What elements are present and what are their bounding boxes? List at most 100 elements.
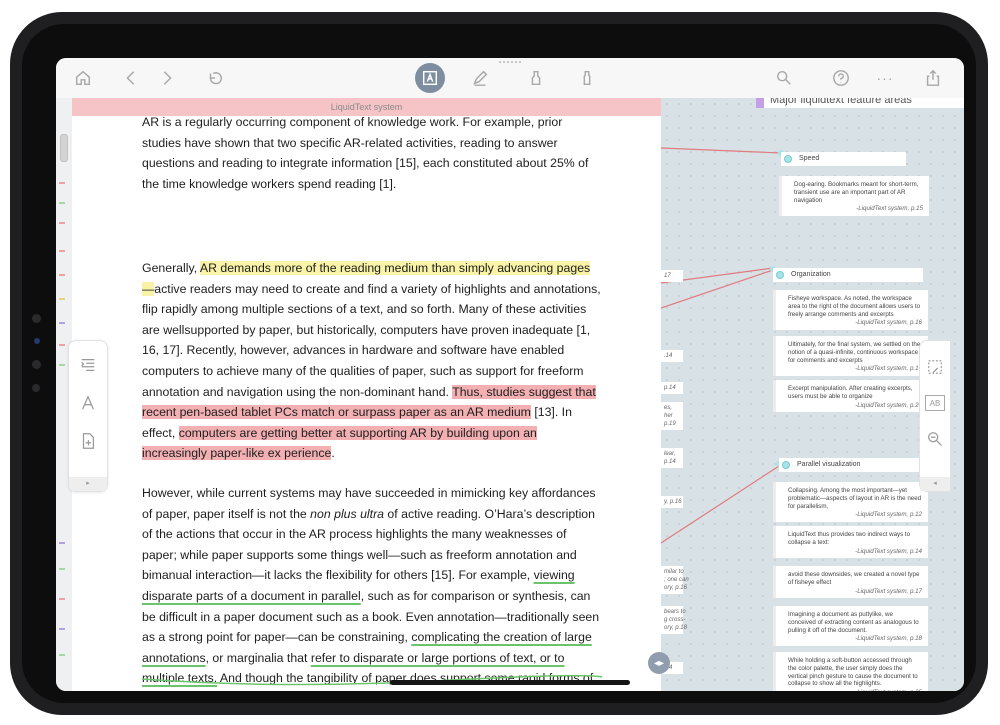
- back-icon[interactable]: [118, 66, 144, 90]
- excerpt-card-partial[interactable]: p.14: [661, 382, 683, 394]
- text-run: AR is a regularly occurring component of…: [142, 115, 589, 191]
- workspace-title[interactable]: Major liquidtext feature areas: [756, 98, 964, 108]
- add-text-icon[interactable]: AB: [925, 395, 945, 411]
- gutter-mark[interactable]: [59, 250, 65, 252]
- group-header[interactable]: Speed: [781, 152, 906, 166]
- highlighter-icon[interactable]: [523, 66, 549, 90]
- document-pane[interactable]: LiquidText system AR is a regularly occu…: [72, 98, 661, 691]
- group-header-label: Parallel visualization: [797, 461, 861, 468]
- excerpt-text: avoid these downsides, we created a nove…: [788, 571, 920, 586]
- group-handle-icon[interactable]: [784, 155, 792, 163]
- text-style-icon[interactable]: [78, 393, 98, 413]
- excerpt-card-partial[interactable]: lear, p.14: [661, 448, 683, 468]
- excerpt-card[interactable]: Ultimately, for the final system, we set…: [773, 336, 928, 377]
- gutter-mark[interactable]: [59, 298, 65, 300]
- home-indicator[interactable]: [390, 680, 630, 685]
- right-tool-palette: AB ◂: [919, 340, 951, 492]
- gutter-mark[interactable]: [59, 274, 65, 276]
- share-icon[interactable]: [920, 66, 946, 90]
- undo-icon[interactable]: [202, 66, 228, 90]
- excerpt-citation: -LiquidText system, p.17: [855, 587, 922, 595]
- excerpt-card[interactable]: Fisheye workspace. As noted, the workspa…: [773, 290, 928, 331]
- gutter-mark[interactable]: [59, 542, 65, 544]
- group-header-label: Organization: [791, 271, 831, 278]
- excerpt-card-partial[interactable]: 17: [661, 270, 683, 282]
- text-run: Generally,: [142, 261, 200, 275]
- excerpt-card[interactable]: LiquidText thus provides two indirect wa…: [773, 526, 928, 559]
- excerpt-citation: -LiquidText system, p.18: [855, 635, 922, 643]
- collapse-icon[interactable]: [78, 355, 98, 375]
- camera-icon: [32, 314, 41, 323]
- excerpt-text: Collapsing. Among the most important—yet…: [788, 487, 922, 510]
- group-handle-icon[interactable]: [782, 461, 790, 469]
- doc-paragraph[interactable]: However, while current systems may have …: [142, 483, 602, 691]
- excerpt-text: While holding a soft-button accessed thr…: [788, 657, 918, 688]
- sensor-icon: [32, 384, 40, 392]
- add-page-icon[interactable]: [78, 431, 98, 451]
- gutter-mark[interactable]: [59, 654, 65, 656]
- zoom-out-icon[interactable]: [925, 429, 945, 449]
- highlight-red[interactable]: computers are getting better at supporti…: [142, 425, 537, 461]
- search-icon[interactable]: [771, 66, 797, 90]
- excerpt-card-partial[interactable]: milar to ; one can ory, p.16: [661, 566, 689, 594]
- excerpt-text: Excerpt manipulation. After creating exc…: [788, 385, 913, 400]
- excerpt-text: Imagining a document as puttylike, we co…: [788, 611, 919, 634]
- text-run: active readers may need to create and fi…: [142, 281, 601, 399]
- excerpt-text: Fisheye workspace. As noted, the workspa…: [788, 295, 921, 318]
- group-header[interactable]: Parallel visualization: [779, 458, 929, 472]
- text-run: .: [331, 446, 335, 461]
- excerpt-citation: -LiquidText system, p.16: [855, 319, 922, 327]
- group-handle-icon[interactable]: [776, 271, 784, 279]
- app-screen: ··· LiquidText system AR is a regularly …: [56, 58, 964, 691]
- excerpt-card[interactable]: Dog-earing. Bookmarks meant for short-te…: [779, 176, 929, 217]
- group-header[interactable]: Organization: [773, 268, 923, 282]
- help-icon[interactable]: [828, 66, 854, 90]
- gutter-mark[interactable]: [59, 598, 65, 600]
- excerpt-citation: -LiquidText system, p.15: [856, 205, 923, 213]
- excerpt-citation: -LiquidText system, p.20: [855, 401, 922, 409]
- toolbar-grip[interactable]: [499, 61, 521, 66]
- right-palette-toggle[interactable]: ◂: [920, 477, 950, 491]
- marker-icon[interactable]: [574, 66, 600, 90]
- pen-icon[interactable]: [467, 66, 493, 90]
- excerpt-citation: -LiquidText system, p.14: [855, 547, 922, 555]
- excerpt-card-partial[interactable]: .14: [661, 350, 683, 362]
- left-tool-palette: ▸: [68, 340, 108, 492]
- gutter-mark[interactable]: [59, 322, 65, 324]
- excerpt-citation: -LiquidText system, p.12: [855, 511, 922, 519]
- gutter-mark[interactable]: [59, 202, 65, 204]
- more-icon[interactable]: ···: [872, 66, 898, 90]
- text-select-icon[interactable]: [415, 63, 445, 93]
- excerpt-card[interactable]: Excerpt manipulation. After creating exc…: [773, 380, 928, 413]
- excerpt-card[interactable]: While holding a soft-button accessed thr…: [773, 652, 928, 691]
- excerpt-citation: -LiquidText system, p.17: [855, 365, 922, 373]
- excerpt-card-partial[interactable]: y, p.16: [661, 496, 683, 508]
- excerpt-text: LiquidText thus provides two indirect wa…: [788, 531, 911, 546]
- excerpt-card[interactable]: Imagining a document as puttylike, we co…: [773, 606, 928, 647]
- gutter-mark[interactable]: [59, 182, 65, 184]
- ipad-frame: ··· LiquidText system AR is a regularly …: [10, 12, 988, 715]
- sensor-icon: [34, 338, 40, 344]
- excerpt-text: Dog-earing. Bookmarks meant for short-te…: [794, 181, 919, 204]
- doc-paragraph[interactable]: Generally, AR demands more of the readin…: [142, 258, 602, 464]
- gutter-mark[interactable]: [59, 344, 65, 346]
- forward-icon[interactable]: [154, 66, 180, 90]
- excerpt-card-partial[interactable]: bears to g cross- ory, p.18: [661, 606, 687, 634]
- left-palette-toggle[interactable]: ▸: [69, 477, 107, 491]
- document-scrollbar[interactable]: [60, 134, 68, 162]
- gutter-mark[interactable]: [59, 568, 65, 570]
- select-area-icon[interactable]: [925, 357, 945, 377]
- doc-paragraph[interactable]: AR is a regularly occurring component of…: [142, 112, 602, 194]
- gutter-mark[interactable]: [59, 364, 65, 366]
- home-icon[interactable]: [70, 66, 96, 90]
- excerpt-card[interactable]: avoid these downsides, we created a nove…: [773, 566, 928, 599]
- pane-divider-handle[interactable]: ◂▸: [648, 652, 670, 674]
- gutter-mark[interactable]: [59, 628, 65, 630]
- text-run: non plus ultra: [310, 506, 385, 521]
- text-run: , or marginalia that: [205, 650, 311, 665]
- gutter-mark[interactable]: [59, 222, 65, 224]
- excerpt-card-partial[interactable]: es, her p.19: [661, 402, 683, 430]
- excerpt-citation: -LiquidText system, p.25: [788, 689, 922, 691]
- sensor-icon: [32, 360, 41, 369]
- excerpt-card[interactable]: Collapsing. Among the most important—yet…: [773, 482, 928, 523]
